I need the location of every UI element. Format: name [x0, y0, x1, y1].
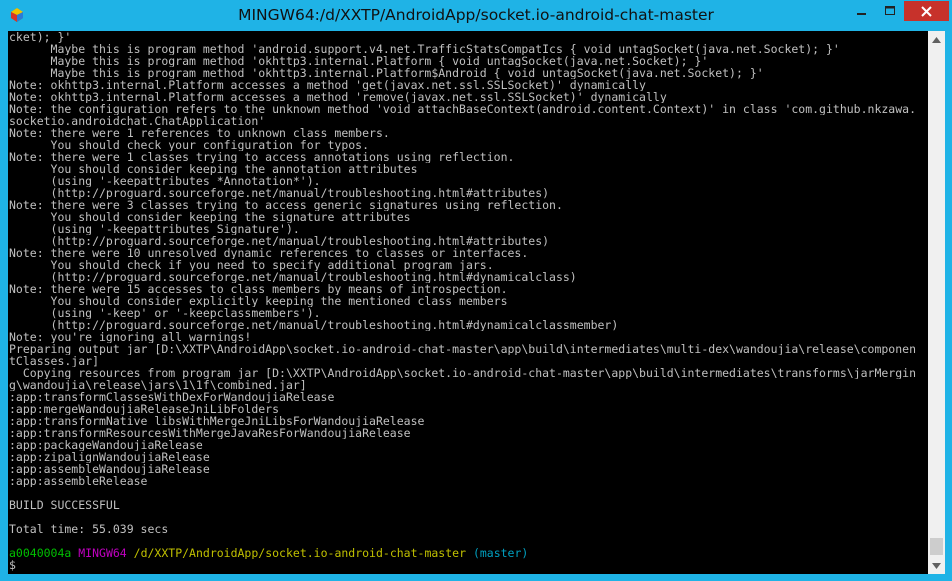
terminal-line: (http://proguard.sourceforge.net/manual/… [9, 235, 550, 247]
maximize-button[interactable] [876, 1, 903, 21]
terminal-line: (http://proguard.sourceforge.net/manual/… [9, 319, 619, 331]
command-line[interactable]: $ [9, 559, 927, 571]
terminal-line: Note: the configuration refers to the un… [9, 103, 916, 115]
prompt-symbol: $ [9, 559, 16, 571]
minimize-icon [856, 13, 866, 15]
terminal-line: Note: there were 1 classes trying to acc… [9, 151, 515, 163]
prompt-line: a0040004a MINGW64 /d/XXTP/AndroidApp/soc… [9, 547, 927, 559]
output-lines: cket); }' Maybe this is program method '… [9, 31, 927, 547]
scrollbar-thumb[interactable] [930, 538, 943, 555]
terminal-line: g\wandoujia\release\jars\1\1f\combined.j… [9, 379, 307, 391]
close-icon [921, 5, 932, 17]
terminal-line: You should check if you need to specify … [9, 259, 494, 271]
terminal-line: Note: okhttp3.internal.Platform accesses… [9, 79, 646, 91]
terminal-line: (using '-keepattributes *Annotation*'). [9, 175, 321, 187]
window-title: MINGW64:/d/XXTP/AndroidApp/socket.io-and… [238, 6, 714, 24]
terminal-line: :app:transformResourcesWithMergeJavaResF… [9, 427, 411, 439]
minimize-button[interactable] [848, 1, 875, 21]
terminal-line: Note: there were 1 references to unknown… [9, 127, 390, 139]
terminal-area[interactable]: cket); }' Maybe this is program method '… [8, 31, 945, 574]
close-button[interactable] [904, 1, 949, 21]
terminal-line: cket); }' [9, 31, 72, 43]
terminal-line: Maybe this is program method 'okhttp3.in… [9, 67, 764, 79]
terminal-line: Total time: 55.039 secs [9, 523, 169, 535]
scroll-up-button[interactable] [928, 31, 945, 48]
terminal-line: Preparing output jar [D:\XXTP\AndroidApp… [9, 343, 916, 355]
terminal-line: socketio.androidchat.ChatApplication' [9, 115, 266, 127]
terminal-line: :app:transformNative_libsWithMergeJniLib… [9, 415, 425, 427]
prompt-user: a0040004a [9, 547, 72, 559]
terminal-line: :app:packageWandoujiaRelease [9, 439, 203, 451]
terminal-line: :app:mergeWandoujiaReleaseJniLibFolders [9, 403, 280, 415]
scroll-up-arrow-icon [932, 36, 941, 43]
scroll-down-arrow-icon [932, 562, 941, 569]
prompt-path: /d/XXTP/AndroidApp/socket.io-android-cha… [133, 547, 466, 559]
terminal-line: (using '-keep' or '-keepclassmembers'). [9, 307, 321, 319]
maximize-icon [884, 6, 895, 15]
terminal-line: Note: okhttp3.internal.Platform accesses… [9, 91, 667, 103]
terminal-line: tClasses.jar] [9, 355, 100, 367]
terminal-line: Note: there were 15 accesses to class me… [9, 283, 508, 295]
terminal-output: cket); }' Maybe this is program method '… [9, 31, 927, 574]
terminal-line: You should consider keeping the annotati… [9, 163, 418, 175]
terminal-line: :app:assembleWandoujiaRelease [9, 463, 210, 475]
terminal-line: You should check your configuration for … [9, 139, 370, 151]
terminal-line: Maybe this is program method 'okhttp3.in… [9, 55, 709, 67]
terminal-line: (http://proguard.sourceforge.net/manual/… [9, 187, 550, 199]
terminal-line: :app:transformClassesWithDexForWandoujia… [9, 391, 335, 403]
terminal-line: (using '-keepattributes Signature'). [9, 223, 300, 235]
terminal-line: You should consider keeping the signatur… [9, 211, 411, 223]
terminal-line: :app:zipalignWandoujiaRelease [9, 451, 210, 463]
terminal-window: MINGW64:/d/XXTP/AndroidApp/socket.io-and… [0, 0, 952, 581]
terminal-line: Copying resources from program jar [D:\X… [9, 367, 916, 379]
terminal-line: Note: you're ignoring all warnings! [9, 331, 252, 343]
vertical-scrollbar[interactable] [928, 31, 945, 574]
prompt-host: MINGW64 [78, 547, 127, 559]
terminal-line: Maybe this is program method 'android.su… [9, 43, 840, 55]
terminal-line: (http://proguard.sourceforge.net/manual/… [9, 271, 577, 283]
title-bar[interactable]: MINGW64:/d/XXTP/AndroidApp/socket.io-and… [0, 0, 952, 31]
terminal-line: You should consider explicitly keeping t… [9, 295, 508, 307]
scroll-down-button[interactable] [928, 557, 945, 574]
terminal-line: BUILD SUCCESSFUL [9, 499, 120, 511]
prompt-branch: (master) [472, 547, 529, 559]
terminal-line: :app:assembleRelease [9, 475, 148, 487]
terminal-line: Note: there were 3 classes trying to acc… [9, 199, 563, 211]
terminal-line: Note: there were 10 unresolved dynamic r… [9, 247, 529, 259]
